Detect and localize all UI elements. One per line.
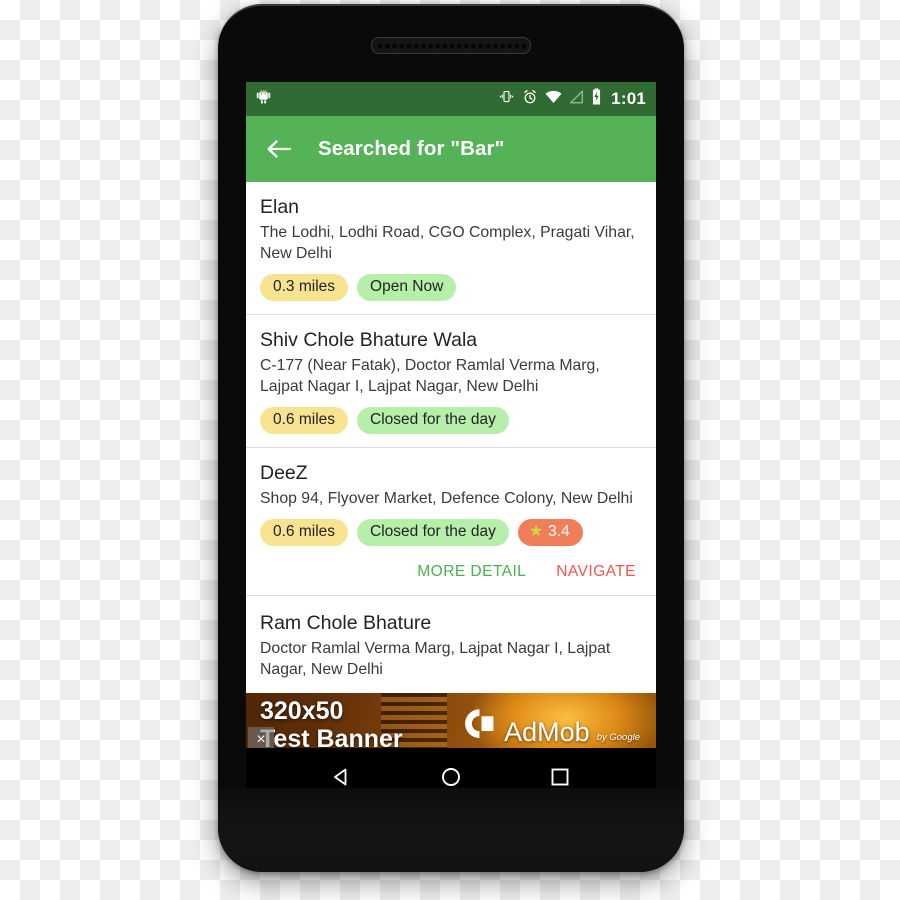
more-detail-button[interactable]: MORE DETAIL xyxy=(417,563,526,581)
rating-chip: ★ 3.4 xyxy=(517,518,583,546)
admob-branding: AdMob by Google xyxy=(463,707,640,746)
status-bar-clock: 1:01 xyxy=(611,89,646,108)
result-chips: 0.6 miles Closed for the day ★ 3.4 xyxy=(260,518,642,546)
result-item[interactable]: Elan The Lodhi, Lodhi Road, CGO Complex,… xyxy=(246,182,656,315)
result-actions: MORE DETAIL NAVIGATE xyxy=(260,546,642,593)
signal-icon xyxy=(569,90,584,109)
result-item-expanded[interactable]: DeeZ Shop 94, Flyover Market, Defence Co… xyxy=(246,447,656,596)
phone-screen: 1:01 Searched for "Bar" Elan The Lodhi, … xyxy=(246,82,656,748)
back-arrow-icon[interactable] xyxy=(266,138,292,160)
navigate-button[interactable]: NAVIGATE xyxy=(556,563,636,581)
wifi-icon xyxy=(545,90,562,109)
search-results-list[interactable]: Elan The Lodhi, Lodhi Road, CGO Complex,… xyxy=(246,182,656,694)
distance-chip: 0.3 miles xyxy=(260,274,349,301)
result-address: The Lodhi, Lodhi Road, CGO Complex, Prag… xyxy=(260,224,635,263)
status-chip: Closed for the day xyxy=(357,407,509,434)
ad-close-button[interactable]: × xyxy=(248,727,274,748)
page-title: Searched for "Bar" xyxy=(318,137,505,160)
ad-placeholder-text: 320x50 Test Banner xyxy=(260,697,403,748)
result-chips: 0.6 miles Closed for the day xyxy=(260,407,642,434)
status-bar: 1:01 xyxy=(246,82,656,116)
result-address: Doctor Ramlal Verma Marg, Lajpat Nagar I… xyxy=(260,639,611,678)
admob-logo-icon xyxy=(463,707,497,746)
ad-size-label: 320x50 xyxy=(260,697,344,726)
speaker-grille xyxy=(377,41,527,50)
nav-recents-square-icon[interactable] xyxy=(548,765,572,789)
result-chips: 0.3 miles Open Now xyxy=(260,274,642,301)
alarm-icon xyxy=(522,89,538,110)
phone-device-frame: 1:01 Searched for "Bar" Elan The Lodhi, … xyxy=(218,4,684,872)
result-name: Shiv Chole Bhature Wala xyxy=(260,328,478,351)
status-bar-icons: 1:01 xyxy=(498,88,646,110)
distance-chip: 0.6 miles xyxy=(260,519,349,546)
nav-back-triangle-icon[interactable] xyxy=(330,765,354,789)
status-chip: Closed for the day xyxy=(357,519,509,546)
result-name: Elan xyxy=(260,196,300,218)
android-robot-icon xyxy=(255,88,272,110)
star-icon: ★ xyxy=(528,522,544,540)
admob-wordmark: AdMob xyxy=(504,717,590,748)
vibrate-icon xyxy=(498,89,515,109)
app-bar: Searched for "Bar" xyxy=(246,116,656,182)
admob-banner-ad[interactable]: 320x50 Test Banner AdMob by Google × xyxy=(246,693,656,748)
status-chip: Open Now xyxy=(357,274,457,301)
nav-home-circle-icon[interactable] xyxy=(439,765,463,789)
earpiece-speaker xyxy=(371,37,531,54)
result-item[interactable]: Shiv Chole Bhature Wala C-177 (Near Fata… xyxy=(246,314,656,448)
result-name: DeeZ xyxy=(260,461,308,484)
distance-chip: 0.6 miles xyxy=(260,407,349,434)
ad-banner-label: Test Banner xyxy=(260,725,403,748)
admob-byline: by Google xyxy=(596,732,640,744)
rating-value: 3.4 xyxy=(548,523,570,541)
result-address: C-177 (Near Fatak), Doctor Ramlal Verma … xyxy=(260,356,600,395)
result-item[interactable]: Ram Chole Bhature Doctor Ramlal Verma Ma… xyxy=(246,595,656,694)
android-navigation-bar xyxy=(246,748,656,806)
result-address: Shop 94, Flyover Market, Defence Colony,… xyxy=(260,489,633,507)
result-name: Ram Chole Bhature xyxy=(260,611,432,634)
battery-charging-icon xyxy=(591,88,602,110)
